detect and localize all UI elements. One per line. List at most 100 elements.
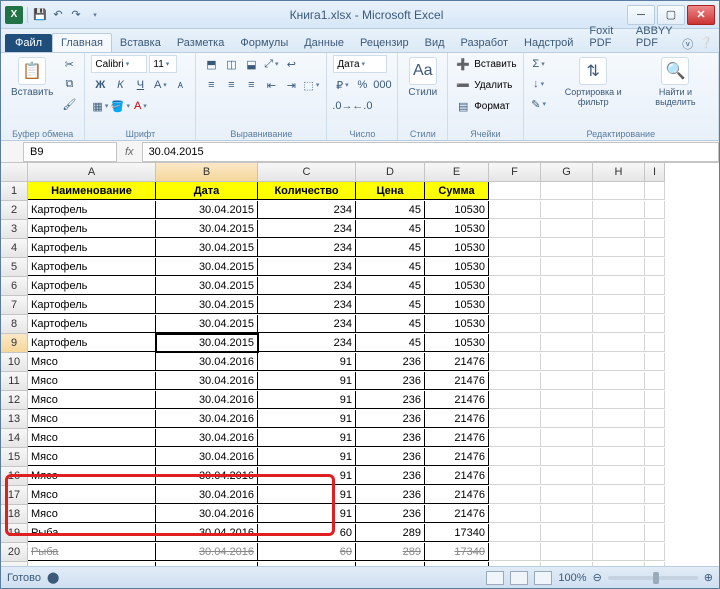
row-header-20[interactable]: 20 [1,543,28,562]
indent-dec-icon[interactable]: ⇤ [262,76,280,94]
tab-formulas[interactable]: Формулы [232,34,296,52]
empty-cell[interactable] [541,372,593,390]
col-header-A[interactable]: A [28,163,156,182]
table-header[interactable]: Количество [258,182,356,200]
cell[interactable]: 91 [258,372,356,390]
view-layout-button[interactable] [510,571,528,585]
empty-cell[interactable] [541,258,593,276]
empty-cell[interactable] [541,486,593,504]
cell[interactable]: 91 [258,353,356,371]
font-grow-icon[interactable]: A [151,76,169,94]
cell[interactable]: Рыба [28,562,156,566]
redo-icon[interactable]: ↷ [68,7,84,23]
zoom-in-button[interactable]: ⊕ [704,571,713,584]
orientation-icon[interactable]: ⤢ [262,55,280,73]
cell[interactable]: 234 [258,315,356,333]
tab-file[interactable]: Файл [5,34,52,52]
align-right-icon[interactable]: ≡ [242,76,260,94]
empty-cell[interactable] [489,239,541,257]
row-header-3[interactable]: 3 [1,220,28,239]
format-painter-icon[interactable]: 🖌 [60,95,78,113]
empty-cell[interactable] [593,353,645,371]
cell[interactable]: 60 [258,543,356,561]
cell[interactable]: 289 [356,562,425,566]
col-header-G[interactable]: G [541,163,593,182]
cell[interactable]: 30.04.2016 [156,391,258,409]
empty-cell[interactable] [489,372,541,390]
col-header-F[interactable]: F [489,163,541,182]
empty-cell[interactable] [645,182,665,200]
row-header-19[interactable]: 19 [1,524,28,543]
zoom-slider[interactable] [608,576,698,580]
row-header-12[interactable]: 12 [1,391,28,410]
qat-more-icon[interactable] [86,7,102,23]
table-header[interactable]: Сумма [425,182,489,200]
cell[interactable]: 234 [258,201,356,219]
row-header-9[interactable]: 9 [1,334,28,353]
paste-button[interactable]: 📋 Вставить [7,55,57,100]
cell[interactable]: 236 [356,391,425,409]
empty-cell[interactable] [645,201,665,219]
view-normal-button[interactable] [486,571,504,585]
row-header-10[interactable]: 10 [1,353,28,372]
empty-cell[interactable] [489,220,541,238]
underline-button[interactable]: Ч [131,76,149,94]
ribbon-minimize-icon[interactable]: ⓥ [682,36,693,52]
empty-cell[interactable] [489,353,541,371]
cell[interactable]: 236 [356,372,425,390]
find-select-button[interactable]: 🔍 Найти и выделить [639,55,712,109]
empty-cell[interactable] [489,391,541,409]
autosum-icon[interactable]: Σ [530,55,548,73]
cell[interactable]: 30.04.2015 [156,277,258,295]
empty-cell[interactable] [489,277,541,295]
cell[interactable]: Мясо [28,391,156,409]
comma-icon[interactable]: 000 [373,76,391,94]
empty-cell[interactable] [541,315,593,333]
empty-cell[interactable] [489,429,541,447]
zoom-out-button[interactable]: ⊖ [593,571,602,584]
styles-button[interactable]: Aa Стили [404,55,441,100]
cell[interactable]: 236 [356,467,425,485]
empty-cell[interactable] [645,391,665,409]
empty-cell[interactable] [489,505,541,523]
tab-insert[interactable]: Вставка [112,34,169,52]
cell[interactable]: Рыба [28,524,156,542]
align-center-icon[interactable]: ≡ [222,76,240,94]
cell[interactable]: 91 [258,410,356,428]
col-header-I[interactable]: I [645,163,665,182]
cell[interactable]: 21476 [425,467,489,485]
cell[interactable]: 30.04.2015 [156,315,258,333]
empty-cell[interactable] [593,201,645,219]
tab-addins[interactable]: Надстрой [516,34,581,52]
cell[interactable]: 91 [258,486,356,504]
cell[interactable]: 30.04.2015 [156,201,258,219]
align-bottom-icon[interactable]: ⬓ [242,55,260,73]
cell[interactable]: Картофель [28,315,156,333]
percent-icon[interactable]: % [353,76,371,94]
col-header-E[interactable]: E [425,163,489,182]
cell[interactable]: 21476 [425,448,489,466]
zoom-level[interactable]: 100% [558,572,586,584]
cell[interactable]: 60 [258,524,356,542]
spreadsheet-grid[interactable]: ABCDEFGHI1НаименованиеДатаКоличествоЦена… [1,163,719,566]
font-name-select[interactable]: Calibri [91,55,147,73]
empty-cell[interactable] [645,296,665,314]
italic-button[interactable]: К [111,76,129,94]
empty-cell[interactable] [645,334,665,352]
cell[interactable]: Мясо [28,429,156,447]
empty-cell[interactable] [593,429,645,447]
cell[interactable]: 30.04.2016 [156,467,258,485]
delete-cells-icon[interactable]: ➖ [454,76,472,94]
empty-cell[interactable] [593,543,645,561]
cell[interactable]: Картофель [28,296,156,314]
cell[interactable]: 45 [356,296,425,314]
empty-cell[interactable] [645,277,665,295]
merge-icon[interactable]: ⬚ [302,76,320,94]
cell[interactable]: 10530 [425,315,489,333]
empty-cell[interactable] [593,562,645,566]
empty-cell[interactable] [489,562,541,566]
empty-cell[interactable] [593,334,645,352]
empty-cell[interactable] [645,505,665,523]
empty-cell[interactable] [645,410,665,428]
row-header-15[interactable]: 15 [1,448,28,467]
